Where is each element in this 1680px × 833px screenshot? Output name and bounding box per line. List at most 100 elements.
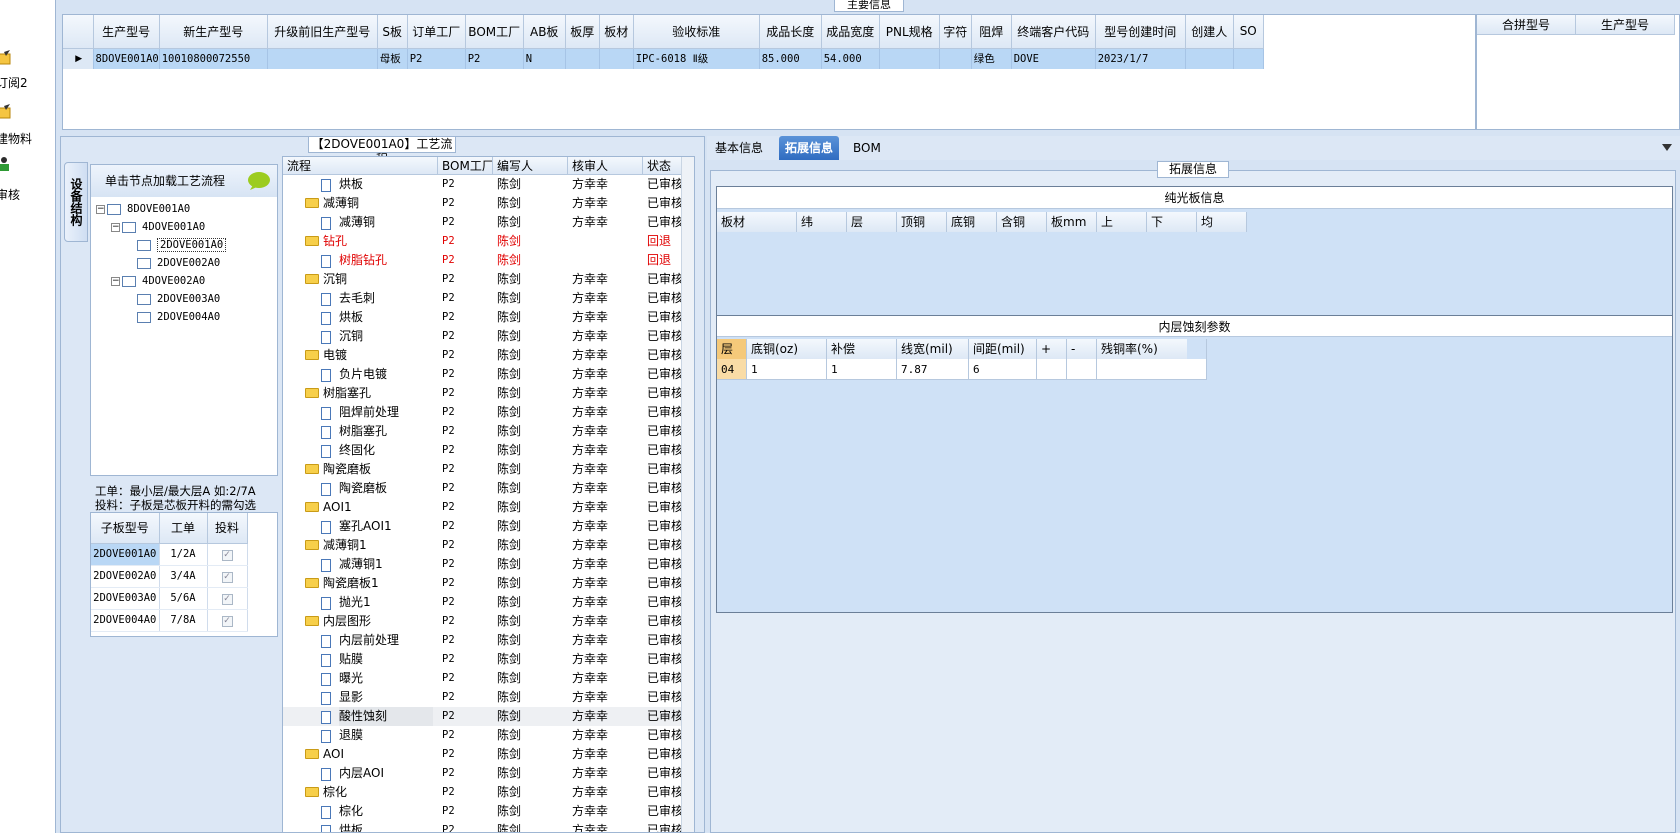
column-header[interactable]: SO — [1233, 15, 1264, 49]
column-header[interactable]: 创建人 — [1185, 15, 1234, 49]
sub-model-cell[interactable]: 2DOVE004A0 — [91, 609, 160, 632]
column-header[interactable]: BOM工厂 — [465, 15, 524, 49]
etch-column-header[interactable]: - — [1067, 339, 1097, 359]
table-cell[interactable]: 母板 — [377, 48, 408, 69]
flow-row[interactable]: 抛光1 P2 陈剑 方幸幸 已审核 — [283, 593, 681, 612]
status-header[interactable]: 状态 — [643, 157, 683, 175]
tab-bom[interactable]: BOM — [847, 136, 887, 160]
table-cell[interactable]: 85.000 — [759, 48, 822, 69]
column-header[interactable]: 升级前旧生产型号 — [267, 15, 378, 49]
bare-board-column-header[interactable]: 板mm — [1047, 212, 1097, 232]
flow-row[interactable]: 减薄铜 P2 陈剑 方幸幸 已审核 — [283, 194, 681, 213]
etch-cell[interactable] — [1097, 359, 1207, 380]
column-header[interactable]: S板 — [377, 15, 408, 49]
column-header[interactable]: 板材 — [599, 15, 634, 49]
flow-row[interactable]: 减薄铜 P2 陈剑 方幸幸 已审核 — [283, 213, 681, 232]
table-cell[interactable] — [267, 48, 378, 69]
flow-row[interactable]: 烘板 P2 陈剑 方幸幸 已审核 — [283, 175, 681, 194]
flow-row[interactable]: 棕化 P2 陈剑 方幸幸 已审核 — [283, 802, 681, 821]
etch-column-header[interactable]: + — [1037, 339, 1067, 359]
flow-row[interactable]: 贴膜 P2 陈剑 方幸幸 已审核 — [283, 650, 681, 669]
column-header[interactable]: PNL规格 — [879, 15, 940, 49]
table-cell[interactable] — [879, 48, 940, 69]
bare-board-column-header[interactable]: 板材 — [717, 212, 797, 232]
sub-order-cell[interactable]: 5/6A — [159, 587, 208, 610]
bare-board-column-header[interactable]: 层 — [847, 212, 897, 232]
sub-model-cell[interactable]: 2DOVE002A0 — [91, 565, 160, 588]
etch-column-header[interactable]: 残铜率(%) — [1097, 339, 1207, 359]
column-header[interactable]: 板厚 — [565, 15, 600, 49]
flow-row[interactable]: AOI1 P2 陈剑 方幸幸 已审核 — [283, 498, 681, 517]
flow-row[interactable]: 内层AOI P2 陈剑 方幸幸 已审核 — [283, 764, 681, 783]
feed-checkbox-cell[interactable]: ✓ — [207, 587, 248, 610]
table-cell[interactable]: P2 — [407, 48, 466, 69]
nav-item-material[interactable]: 建物料 — [0, 104, 56, 148]
flow-row[interactable]: 棕化 P2 陈剑 方幸幸 已审核 — [283, 783, 681, 802]
column-header[interactable]: 订单工厂 — [407, 15, 466, 49]
column-header[interactable]: 字符 — [939, 15, 972, 49]
tree-node[interactable]: 2DOVE002A0 — [126, 254, 220, 272]
sub-model-header[interactable]: 子板型号 — [91, 513, 160, 544]
tree-node[interactable]: 2DOVE003A0 — [126, 290, 220, 308]
column-header[interactable]: 阻焊 — [971, 15, 1012, 49]
table-cell[interactable]: 8DOVE001A0 — [93, 48, 160, 69]
etch-cell[interactable]: 6 — [969, 359, 1037, 380]
collapse-icon[interactable]: − — [111, 276, 120, 286]
feed-checkbox-cell[interactable]: ✓ — [207, 609, 248, 632]
bare-board-column-header[interactable]: 均 — [1197, 212, 1247, 232]
flow-row[interactable]: 树脂塞孔 P2 陈剑 方幸幸 已审核 — [283, 422, 681, 441]
nav-item-review[interactable]: 审核 — [0, 156, 56, 200]
table-cell[interactable] — [1233, 48, 1264, 69]
column-header[interactable]: 生产型号 — [93, 15, 160, 49]
tree-node[interactable]: − 4DOVE002A0 — [111, 272, 205, 290]
flow-row[interactable]: 阻焊前处理 P2 陈剑 方幸幸 已审核 — [283, 403, 681, 422]
bare-board-column-header[interactable]: 底铜 — [947, 212, 997, 232]
table-row[interactable]: 2DOVE004A0 7/8A ✓ — [91, 609, 248, 632]
flow-row[interactable]: 减薄铜1 P2 陈剑 方幸幸 已审核 — [283, 555, 681, 574]
etch-cell[interactable]: 7.87 — [897, 359, 969, 380]
table-cell[interactable] — [599, 48, 634, 69]
column-header[interactable]: 新生产型号 — [159, 15, 268, 49]
column-header[interactable]: 成品长度 — [759, 15, 822, 49]
table-cell[interactable] — [939, 48, 972, 69]
tree-node[interactable]: 2DOVE004A0 — [126, 308, 220, 326]
etch-column-header[interactable]: 层 — [717, 339, 747, 359]
sub-order-header[interactable]: 工单 — [159, 513, 208, 544]
table-cell[interactable]: 绿色 — [971, 48, 1012, 69]
flow-row[interactable]: 塞孔AOI1 P2 陈剑 方幸幸 已审核 — [283, 517, 681, 536]
writer-header[interactable]: 编写人 — [493, 157, 568, 175]
column-header[interactable]: AB板 — [523, 15, 566, 49]
feed-checkbox[interactable]: ✓ — [221, 549, 233, 561]
table-cell[interactable]: IPC-6018 Ⅱ级 — [633, 48, 760, 69]
etch-column-header[interactable]: 底铜(oz) — [747, 339, 827, 359]
flow-row[interactable]: AOI P2 陈剑 方幸幸 已审核 — [283, 745, 681, 764]
flow-row[interactable]: 树脂塞孔 P2 陈剑 方幸幸 已审核 — [283, 384, 681, 403]
flow-row[interactable]: 内层图形 P2 陈剑 方幸幸 已审核 — [283, 612, 681, 631]
flow-row[interactable]: 曝光 P2 陈剑 方幸幸 已审核 — [283, 669, 681, 688]
tree-node[interactable]: 2DOVE001A0 — [126, 236, 227, 254]
bom-factory-header[interactable]: BOM工厂 — [438, 157, 493, 175]
flow-row[interactable]: 烘板 P2 陈剑 方幸幸 已审核 — [283, 308, 681, 327]
flow-header[interactable]: 流程 — [283, 157, 438, 175]
feed-checkbox-cell[interactable]: ✓ — [207, 543, 248, 566]
flow-row[interactable]: 树脂钻孔 P2 陈剑 回退 — [283, 251, 681, 270]
bare-board-column-header[interactable]: 顶铜 — [897, 212, 947, 232]
table-row[interactable]: 2DOVE001A0 1/2A ✓ — [91, 543, 248, 566]
flow-row[interactable]: 陶瓷磨板 P2 陈剑 方幸幸 已审核 — [283, 479, 681, 498]
flow-row[interactable]: 酸性蚀刻 P2 陈剑 方幸幸 已审核 — [283, 707, 681, 726]
table-cell[interactable]: 10010800072550 — [159, 48, 268, 69]
tab-basic-info[interactable]: 基本信息 — [709, 136, 769, 160]
nav-item-subscribe[interactable]: 订阅2 — [0, 50, 56, 94]
flow-row[interactable]: 去毛刺 P2 陈剑 方幸幸 已审核 — [283, 289, 681, 308]
flow-row[interactable]: 沉铜 P2 陈剑 方幸幸 已审核 — [283, 327, 681, 346]
flow-scrollbar[interactable] — [681, 157, 694, 832]
sub-order-cell[interactable]: 7/8A — [159, 609, 208, 632]
bare-board-column-header[interactable]: 纬 — [797, 212, 847, 232]
sub-order-cell[interactable]: 3/4A — [159, 565, 208, 588]
feed-checkbox[interactable]: ✓ — [221, 571, 233, 583]
tab-extended-info[interactable]: 拓展信息 — [779, 136, 840, 160]
flow-row[interactable]: 电镀 P2 陈剑 方幸幸 已审核 — [283, 346, 681, 365]
bare-board-column-header[interactable]: 下 — [1147, 212, 1197, 232]
bare-board-column-header[interactable]: 含铜 — [997, 212, 1047, 232]
column-header[interactable]: 验收标准 — [633, 15, 760, 49]
